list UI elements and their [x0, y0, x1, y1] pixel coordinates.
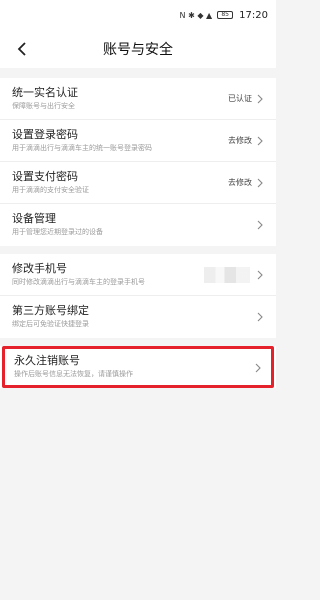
page-title: 账号与安全: [103, 42, 173, 58]
row-login-password[interactable]: 设置登录密码 用于滴滴出行与滴滴车主的统一账号登录密码 去修改: [0, 120, 276, 162]
battery-icon: 85: [217, 11, 234, 19]
row-sub: 绑定后可免验证快捷登录: [12, 320, 89, 328]
row-texts: 统一实名认证 保障账号与出行安全: [12, 86, 228, 112]
row-texts: 第三方账号绑定 绑定后可免验证快捷登录: [12, 304, 256, 330]
chevron-right-icon: [256, 135, 264, 147]
row-real-name-verification[interactable]: 统一实名认证 保障账号与出行安全 已认证: [0, 78, 276, 120]
settings-group-account: 统一实名认证 保障账号与出行安全 已认证 设置登录密码 用于滴滴出行与滴滴车主的…: [0, 78, 276, 246]
chevron-right-icon: [255, 358, 261, 377]
row-sub: 保障账号与出行安全: [12, 101, 75, 110]
row-texts: 永久注销账号 操作后账号信息无法恢复，请谨慎操作: [14, 354, 255, 380]
chevron-right-icon: [256, 93, 264, 105]
row-sub: 用于滴滴的支付安全验证: [12, 185, 89, 194]
row-texts: 设置登录密码 用于滴滴出行与滴滴车主的统一账号登录密码: [12, 128, 228, 154]
settings-group-delete: 永久注销账号 操作后账号信息无法恢复，请谨慎操作: [0, 346, 276, 388]
row-status: 去修改: [228, 178, 252, 187]
chevron-right-icon: [256, 269, 264, 281]
row-payment-password[interactable]: 设置支付密码 用于滴滴的支付安全验证 去修改: [0, 162, 276, 204]
status-bar: N ✱ ◆ ▲ 85 17:20: [0, 0, 276, 30]
row-change-phone[interactable]: 修改手机号 同时修改滴滴出行与滴滴车主的登录手机号: [0, 254, 276, 296]
chevron-right-icon: [256, 311, 264, 323]
chevron-left-icon: [17, 42, 26, 56]
status-time: 17:20: [239, 9, 268, 21]
masked-phone-number: [204, 266, 250, 283]
row-sub: 用于管理您近期登录过的设备: [12, 228, 103, 236]
row-status: 已认证: [228, 94, 252, 103]
row-texts: 设备管理 用于管理您近期登录过的设备: [12, 212, 256, 238]
row-label: 设置登录密码: [12, 127, 78, 141]
chevron-right-icon: [256, 177, 264, 189]
status-icons: N ✱ ◆ ▲ 85: [180, 11, 234, 20]
row-texts: 设置支付密码 用于滴滴的支付安全验证: [12, 170, 228, 196]
delete-account-row[interactable]: 永久注销账号 操作后账号信息无法恢复，请谨慎操作: [2, 346, 274, 388]
row-label: 永久注销账号: [14, 354, 80, 367]
row-sub: 用于滴滴出行与滴滴车主的统一账号登录密码: [12, 143, 152, 152]
row-label: 设置支付密码: [12, 169, 78, 183]
settings-group-binding: 修改手机号 同时修改滴滴出行与滴滴车主的登录手机号 第三方账号绑定 绑定后可免验…: [0, 254, 276, 338]
row-sub: 操作后账号信息无法恢复，请谨慎操作: [14, 370, 133, 378]
row-label: 设备管理: [12, 212, 56, 225]
row-third-party-binding[interactable]: 第三方账号绑定 绑定后可免验证快捷登录: [0, 296, 276, 338]
back-button[interactable]: [10, 37, 34, 61]
row-device-management[interactable]: 设备管理 用于管理您近期登录过的设备: [0, 204, 276, 246]
row-sub: 同时修改滴滴出行与滴滴车主的登录手机号: [12, 277, 145, 286]
row-label: 修改手机号: [12, 261, 67, 275]
chevron-right-icon: [256, 219, 264, 231]
nav-bar: 账号与安全: [0, 30, 276, 68]
status-icon-row: N ✱ ◆ ▲: [179, 10, 213, 20]
row-label: 第三方账号绑定: [12, 304, 89, 317]
row-texts: 修改手机号 同时修改滴滴出行与滴滴车主的登录手机号: [12, 262, 204, 288]
row-label: 统一实名认证: [12, 85, 78, 99]
row-status: 去修改: [228, 136, 252, 145]
